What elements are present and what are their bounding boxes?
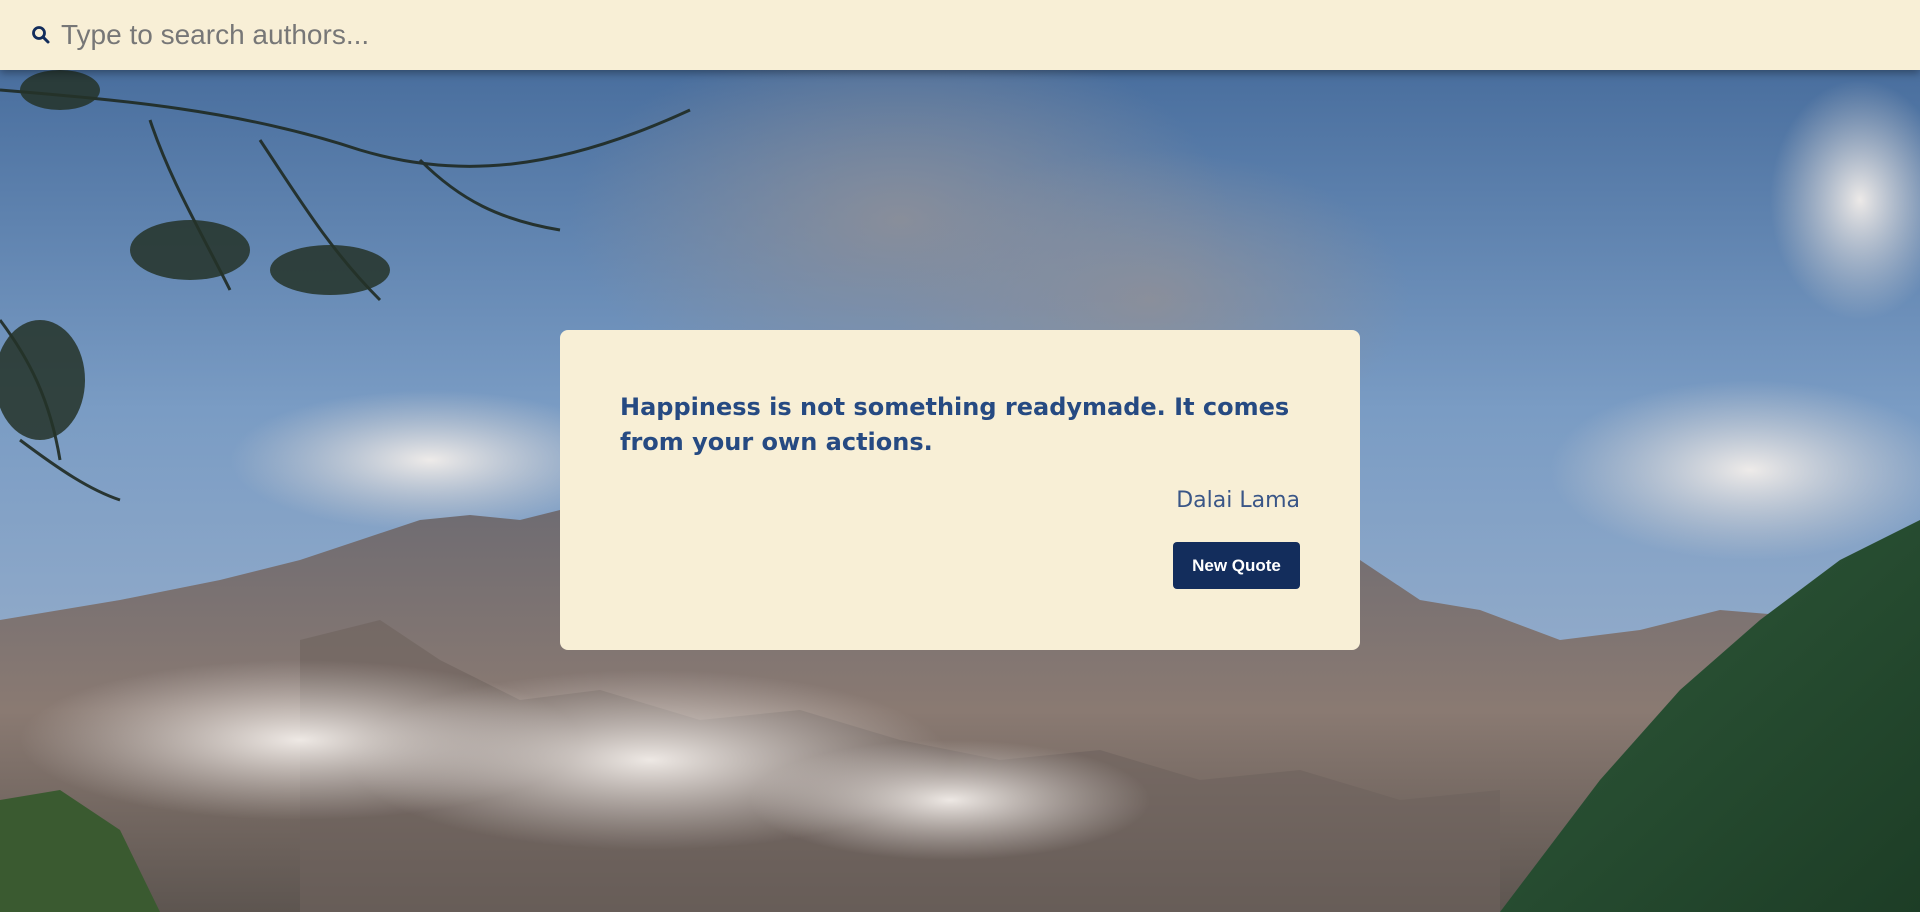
quote-author: Dalai Lama <box>1176 488 1300 513</box>
new-quote-button[interactable]: New Quote <box>1173 542 1300 589</box>
quote-text: Happiness is not something readymade. It… <box>620 393 1290 456</box>
search-input[interactable] <box>61 10 1861 60</box>
search-icon <box>31 25 51 45</box>
search-bar <box>0 0 1920 70</box>
quote-card: Happiness is not something readymade. It… <box>560 330 1360 650</box>
